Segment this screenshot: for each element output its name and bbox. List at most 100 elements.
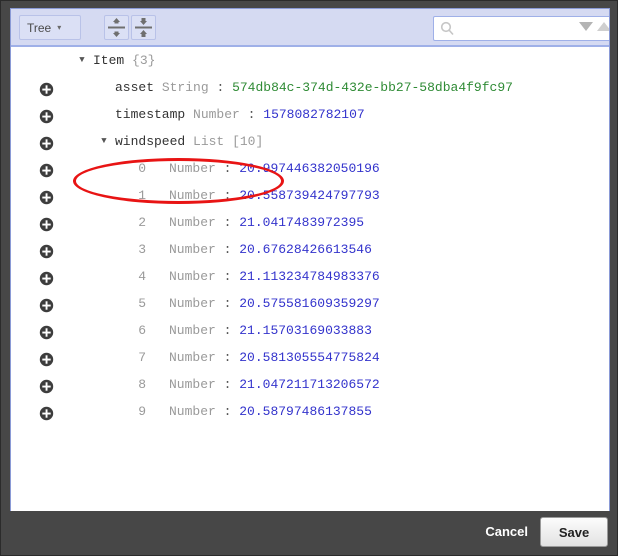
search-box[interactable] (433, 16, 610, 41)
list-item-content: Number : 20.67628426613546 (169, 236, 372, 263)
list-item-value[interactable]: 20.997446382050196 (239, 161, 379, 176)
root-content: Item {3} (93, 47, 155, 74)
add-node-icon[interactable] (39, 350, 54, 365)
list-item-colon: : (224, 350, 232, 365)
list-item-content: Number : 20.558739424797793 (169, 182, 380, 209)
add-node-icon[interactable] (39, 107, 54, 122)
add-node-icon[interactable] (39, 80, 54, 95)
list-item-content: Number : 21.15703169033883 (169, 317, 372, 344)
json-tree-editor: Tree ▾ (10, 8, 610, 512)
list-item-content: Number : 20.581305554775824 (169, 344, 380, 371)
root-key: Item (93, 53, 124, 68)
tree-row-list-item: 7Number : 20.581305554775824 (11, 344, 609, 371)
collapse-all-button[interactable] (131, 15, 156, 40)
windspeed-key: windspeed (115, 134, 185, 149)
list-item-content: Number : 20.575581609359297 (169, 290, 380, 317)
save-button[interactable]: Save (540, 517, 608, 547)
tree-row-list-item: 9 Number : 20.58797486137855 (11, 398, 609, 425)
collapse-arrows-icon (132, 16, 155, 39)
list-item-type: Number (169, 296, 216, 311)
list-item-colon: : (224, 215, 232, 230)
list-item-value[interactable]: 20.67628426613546 (239, 242, 372, 257)
asset-value[interactable]: 574db84c-374d-432e-bb27-58dba4f9fc97 (232, 80, 513, 95)
cancel-button[interactable]: Cancel (485, 524, 528, 539)
search-previous-icon[interactable] (597, 22, 610, 31)
expand-all-button[interactable] (104, 15, 129, 40)
mode-dropdown-label: Tree (27, 21, 51, 35)
list-item-content: Number : 21.113234784983376 (169, 263, 380, 290)
list-item-content: Number : 20.997446382050196 (169, 155, 380, 182)
search-navigation (579, 22, 610, 31)
expand-arrows-icon (105, 16, 128, 39)
asset-content: asset String : 574db84c-374d-432e-bb27-5… (115, 74, 513, 101)
tree-body: ▼ Item {3} asset String (11, 47, 609, 511)
asset-type: String (162, 80, 209, 95)
list-item-content: Number : 21.047211713206572 (169, 371, 380, 398)
chevron-down-icon: ▾ (57, 24, 61, 32)
add-node-icon[interactable] (39, 323, 54, 338)
tree-row-list-item: 3 Number : 20.67628426613546 (11, 236, 609, 263)
list-item-colon: : (224, 161, 232, 176)
list-item-value[interactable]: 21.047211713206572 (239, 377, 379, 392)
search-next-icon[interactable] (579, 22, 593, 31)
timestamp-key: timestamp (115, 107, 185, 122)
list-item-value[interactable]: 20.558739424797793 (239, 188, 379, 203)
list-item-value[interactable]: 20.58797486137855 (239, 404, 372, 419)
list-item-index: 9 (136, 398, 146, 425)
windspeed-count: [10] (232, 134, 263, 149)
add-node-icon[interactable] (39, 134, 54, 149)
add-node-icon[interactable] (39, 269, 54, 284)
tree-row-asset: asset String : 574db84c-374d-432e-bb27-5… (11, 74, 609, 101)
asset-key: asset (115, 80, 154, 95)
tree-row-list-item: 8 Number : 21.047211713206572 (11, 371, 609, 398)
tree-row-timestamp: timestamp Number : 1578082782107 (11, 101, 609, 128)
windspeed-type: List (193, 134, 224, 149)
tree-row-list-item: 1Number : 20.558739424797793 (11, 182, 609, 209)
dialog-window: Tree ▾ (0, 0, 618, 556)
list-item-value[interactable]: 21.113234784983376 (239, 269, 379, 284)
list-item-value[interactable]: 20.575581609359297 (239, 296, 379, 311)
windspeed-toggle-icon[interactable]: ▼ (97, 128, 111, 155)
root-toggle-icon[interactable]: ▼ (75, 47, 89, 74)
list-item-index: 3 (136, 236, 146, 263)
list-item-colon: : (224, 377, 232, 392)
windspeed-items: 0Number : 20.9974463820501961Number : 20… (11, 155, 609, 425)
tree-row-root: ▼ Item {3} (11, 47, 609, 74)
list-item-type: Number (169, 323, 216, 338)
list-item-index: 2 (136, 209, 146, 236)
list-item-colon: : (224, 323, 232, 338)
list-item-type: Number (169, 269, 216, 284)
mode-dropdown[interactable]: Tree ▾ (19, 15, 81, 40)
dialog-footer: Cancel Save (1, 511, 617, 555)
list-item-colon: : (224, 296, 232, 311)
search-icon (440, 21, 455, 41)
add-node-icon[interactable] (39, 404, 54, 419)
tree-row-list-item: 2 Number : 21.0417483972395 (11, 209, 609, 236)
list-item-type: Number (169, 188, 216, 203)
list-item-index: 8 (136, 371, 146, 398)
add-node-icon[interactable] (39, 296, 54, 311)
tree-row-list-item: 5 Number : 20.575581609359297 (11, 290, 609, 317)
add-node-icon[interactable] (39, 377, 54, 392)
add-node-icon[interactable] (39, 161, 54, 176)
add-node-icon[interactable] (39, 242, 54, 257)
root-type: {3} (132, 53, 155, 68)
list-item-content: Number : 20.58797486137855 (169, 398, 372, 425)
tree-row-list-item: 0Number : 20.997446382050196 (11, 155, 609, 182)
list-item-index: 5 (136, 290, 146, 317)
list-item-type: Number (169, 404, 216, 419)
list-item-value[interactable]: 21.0417483972395 (239, 215, 364, 230)
search-input[interactable] (460, 17, 584, 42)
list-item-value[interactable]: 21.15703169033883 (239, 323, 372, 338)
add-node-icon[interactable] (39, 188, 54, 203)
add-node-icon[interactable] (39, 215, 54, 230)
list-item-value[interactable]: 20.581305554775824 (239, 350, 379, 365)
list-item-colon: : (224, 404, 232, 419)
timestamp-value[interactable]: 1578082782107 (263, 107, 364, 122)
tree-row-windspeed: ▼ windspeed List [10] (11, 128, 609, 155)
list-item-type: Number (169, 161, 216, 176)
asset-colon: : (216, 80, 224, 95)
list-item-colon: : (224, 188, 232, 203)
list-item-type: Number (169, 215, 216, 230)
list-item-type: Number (169, 377, 216, 392)
